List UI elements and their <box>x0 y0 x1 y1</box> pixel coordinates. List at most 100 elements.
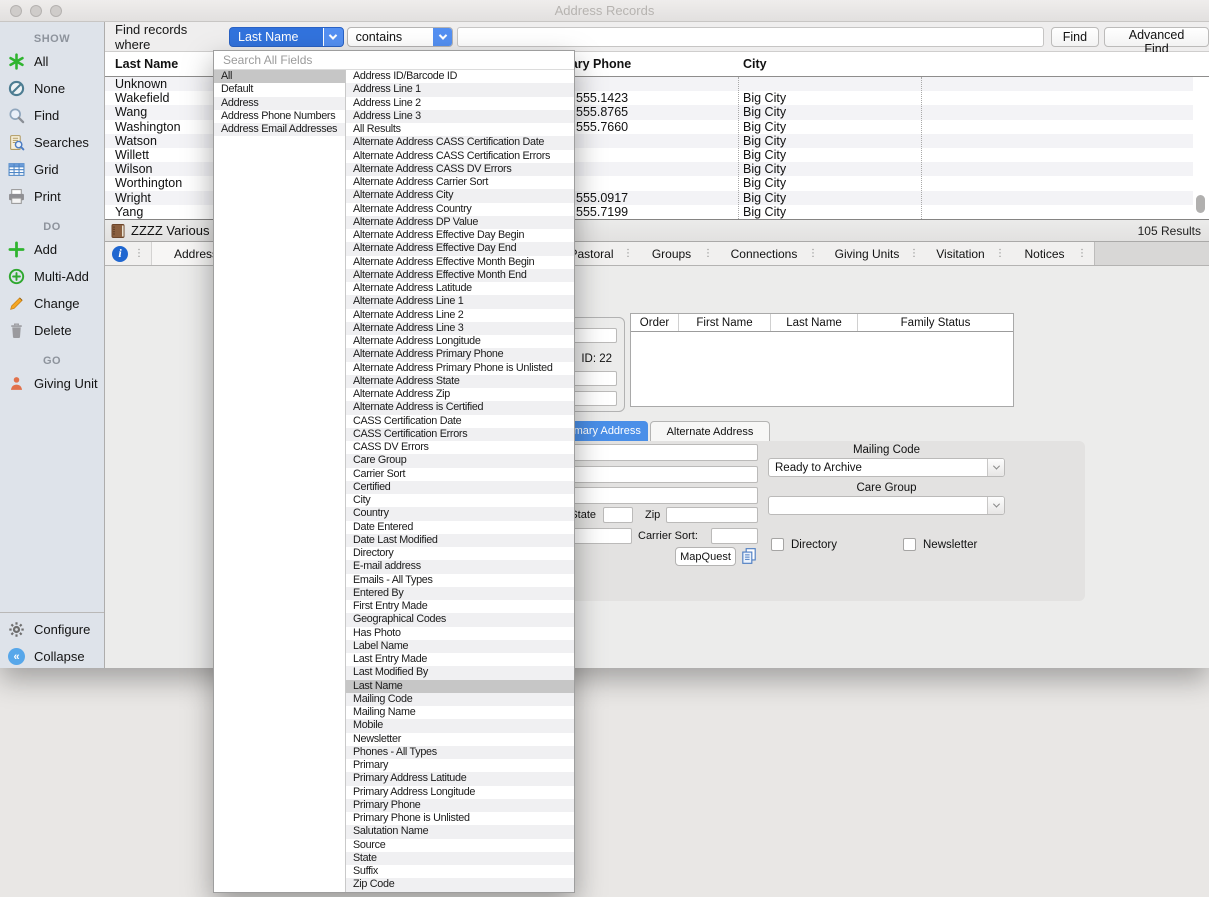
record-tab[interactable]: Groups ⋮ <box>640 242 720 265</box>
dropdown-field-option[interactable]: Alternate Address Carrier Sort <box>346 176 574 189</box>
sidebar-item-find[interactable]: Find <box>0 102 104 129</box>
newsletter-checkbox[interactable] <box>903 538 916 551</box>
dropdown-field-option[interactable]: Alternate Address Line 1 <box>346 295 574 308</box>
dropdown-field-option[interactable]: CASS Certification Date <box>346 415 574 428</box>
dropdown-category[interactable]: All <box>214 70 345 83</box>
dropdown-field-option[interactable]: State <box>346 852 574 865</box>
tab-options-dots-icon[interactable]: ⋮ <box>909 248 926 259</box>
dropdown-field-option[interactable]: Care Group <box>346 454 574 467</box>
dropdown-field-option[interactable]: Alternate Address Zip <box>346 388 574 401</box>
dropdown-field-option[interactable]: Phones - All Types <box>346 746 574 759</box>
dropdown-field-option[interactable]: Alternate Address CASS Certification Err… <box>346 150 574 163</box>
dropdown-field-option[interactable]: Carrier Sort <box>346 468 574 481</box>
dropdown-field-option[interactable]: Entered By <box>346 587 574 600</box>
dropdown-field-option[interactable]: Geographical Codes <box>346 613 574 626</box>
members-col-last-name[interactable]: Last Name <box>771 314 858 331</box>
chevron-down-icon[interactable] <box>433 28 452 46</box>
dropdown-field-option[interactable]: Alternate Address is Certified <box>346 401 574 414</box>
dropdown-field-option[interactable]: Alternate Address Effective Day End <box>346 242 574 255</box>
dropdown-field-option[interactable]: Mobile <box>346 719 574 732</box>
dropdown-category[interactable]: Default <box>214 83 345 96</box>
tab-alternate-address[interactable]: Alternate Address <box>650 421 770 441</box>
sidebar-item-add[interactable]: Add <box>0 236 104 263</box>
sidebar-item-print[interactable]: Print <box>0 183 104 210</box>
sidebar-item-searches[interactable]: Searches <box>0 129 104 156</box>
dropdown-field-option[interactable]: Directory <box>346 547 574 560</box>
dropdown-category[interactable]: Address Phone Numbers <box>214 110 345 123</box>
sidebar-item-giving-unit[interactable]: Giving Unit <box>0 370 104 397</box>
dropdown-field-option[interactable]: Alternate Address CASS DV Errors <box>346 163 574 176</box>
members-col-first-name[interactable]: First Name <box>679 314 771 331</box>
sidebar-item-none[interactable]: None <box>0 75 104 102</box>
dropdown-field-option[interactable]: E-mail address <box>346 560 574 573</box>
sidebar-item-delete[interactable]: Delete <box>0 317 104 344</box>
dropdown-field-option[interactable]: Alternate Address Longitude <box>346 335 574 348</box>
record-tab[interactable]: Notices ⋮ <box>1012 242 1094 265</box>
tab-options-dots-icon[interactable]: ⋮ <box>703 248 720 259</box>
chevron-down-icon[interactable] <box>324 28 343 46</box>
dropdown-field-option[interactable]: Last Entry Made <box>346 653 574 666</box>
dropdown-field-option[interactable]: Source <box>346 839 574 852</box>
dropdown-field-option[interactable]: Primary Address Latitude <box>346 772 574 785</box>
dropdown-field-option[interactable]: Alternate Address Latitude <box>346 282 574 295</box>
tab-options-dots-icon[interactable]: ⋮ <box>623 248 640 259</box>
state-input[interactable] <box>603 507 633 523</box>
chevron-down-icon[interactable] <box>987 497 1004 514</box>
dropdown-field-option[interactable]: Certified <box>346 481 574 494</box>
carrier-sort-input[interactable] <box>711 528 758 544</box>
column-header-last-name[interactable]: Last Name <box>115 52 178 77</box>
copy-address-icon[interactable] <box>740 547 758 565</box>
mailing-code-combo[interactable]: Ready to Archive <box>768 458 1005 477</box>
dropdown-field-option[interactable]: Emails - All Types <box>346 574 574 587</box>
dropdown-field-option[interactable]: CASS Certification Errors <box>346 428 574 441</box>
tab-options-dots-icon[interactable]: ⋮ <box>1077 248 1094 259</box>
sidebar-item-collapse[interactable]: « Collapse <box>0 643 104 670</box>
dropdown-field-option[interactable]: Alternate Address City <box>346 189 574 202</box>
dropdown-field-option[interactable]: Has Photo <box>346 627 574 640</box>
dropdown-field-option[interactable]: Label Name <box>346 640 574 653</box>
dropdown-field-option[interactable]: Country <box>346 507 574 520</box>
dropdown-field-option[interactable]: Alternate Address Primary Phone <box>346 348 574 361</box>
dropdown-field-option[interactable]: Alternate Address CASS Certification Dat… <box>346 136 574 149</box>
record-tab[interactable]: Giving Units ⋮ <box>825 242 926 265</box>
info-tab[interactable]: i ⋮ <box>105 242 152 265</box>
address-line-1-input[interactable] <box>560 444 758 461</box>
tab-options-dots-icon[interactable]: ⋮ <box>808 248 825 259</box>
chevron-down-icon[interactable] <box>987 459 1004 476</box>
sidebar-item-change[interactable]: Change <box>0 290 104 317</box>
dropdown-field-option[interactable]: Alternate Address DP Value <box>346 216 574 229</box>
dropdown-field-option[interactable]: Mailing Name <box>346 706 574 719</box>
sidebar-item-all[interactable]: All <box>0 48 104 75</box>
address-line-2-input[interactable] <box>560 466 758 483</box>
dropdown-field-option[interactable]: Primary Phone <box>346 799 574 812</box>
find-button[interactable]: Find <box>1051 27 1099 47</box>
city-input[interactable] <box>560 487 758 504</box>
members-table[interactable]: Order First Name Last Name Family Status <box>630 313 1014 407</box>
dropdown-field-option[interactable]: Suffix <box>346 865 574 878</box>
dropdown-field-option[interactable]: Newsletter <box>346 733 574 746</box>
advanced-find-button[interactable]: Advanced Find <box>1104 27 1209 47</box>
members-col-order[interactable]: Order <box>631 314 679 331</box>
dropdown-field-option[interactable]: Last Name <box>346 680 574 693</box>
dropdown-field-option[interactable]: Alternate Address Country <box>346 203 574 216</box>
dropdown-field-option[interactable]: Zip Code <box>346 878 574 891</box>
dropdown-field-option[interactable]: Primary Address Longitude <box>346 786 574 799</box>
dropdown-field-option[interactable]: Alternate Address Effective Month End <box>346 269 574 282</box>
record-tab[interactable]: Visitation ⋮ <box>926 242 1012 265</box>
dropdown-field-option[interactable]: First Entry Made <box>346 600 574 613</box>
zip-input[interactable] <box>666 507 758 523</box>
tab-options-dots-icon[interactable]: ⋮ <box>134 248 144 259</box>
dropdown-field-option[interactable]: Date Last Modified <box>346 534 574 547</box>
dropdown-field-option[interactable]: Alternate Address Effective Day Begin <box>346 229 574 242</box>
dropdown-category[interactable]: Address Email Addresses <box>214 123 345 136</box>
dropdown-field-option[interactable]: Mailing Code <box>346 693 574 706</box>
dropdown-field-option[interactable]: All Results <box>346 123 574 136</box>
dropdown-field-option[interactable]: Salutation Name <box>346 825 574 838</box>
tab-options-dots-icon[interactable]: ⋮ <box>995 248 1012 259</box>
dropdown-field-option[interactable]: Alternate Address State <box>346 375 574 388</box>
dropdown-field-option[interactable]: Alternate Address Line 3 <box>346 322 574 335</box>
dropdown-field-option[interactable]: Primary <box>346 759 574 772</box>
directory-checkbox[interactable] <box>771 538 784 551</box>
sidebar-item-configure[interactable]: Configure <box>0 616 104 643</box>
dropdown-field-option[interactable]: Address Line 2 <box>346 97 574 110</box>
